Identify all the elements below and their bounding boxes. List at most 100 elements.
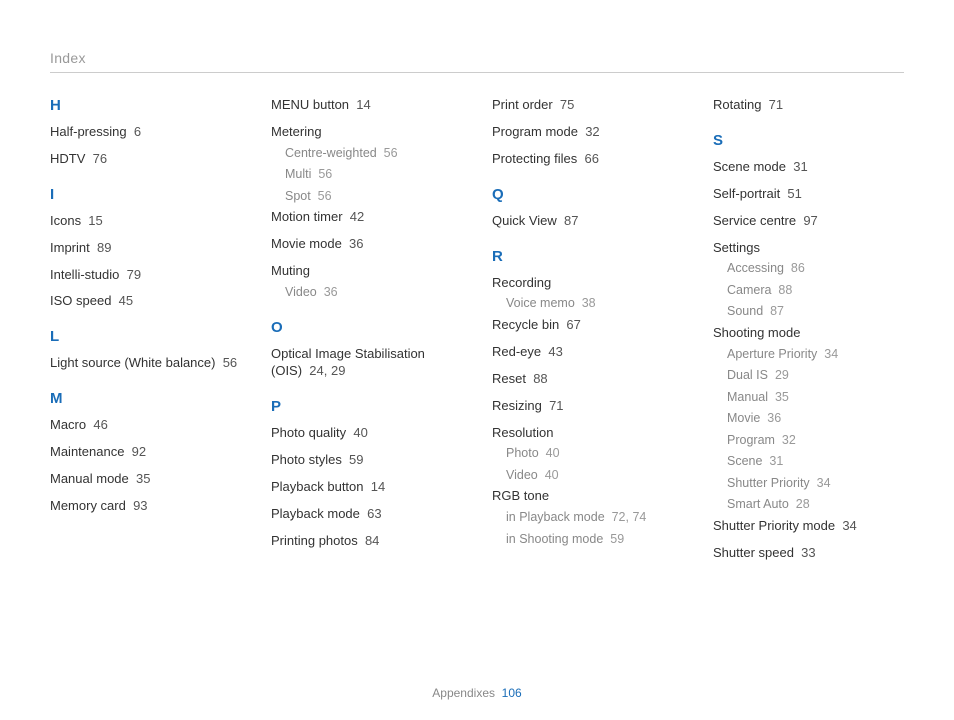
index-columns: HHalf-pressing 6HDTV 76IIcons 15Imprint … [50,97,904,572]
index-page-ref: 31 [793,159,807,174]
index-page-ref: 88 [533,371,547,386]
index-letter: P [271,398,462,415]
index-entry: HDTV 76 [50,151,241,168]
index-subheading: Resolution [492,425,683,442]
index-subheading: Shooting mode [713,325,904,342]
index-page-ref: 56 [318,167,332,181]
index-page-ref: 86 [791,261,805,275]
index-subentry: in Playback mode 72, 74 [506,509,683,527]
index-page-ref: 24, 29 [309,363,345,378]
index-entry: Memory card 93 [50,498,241,515]
index-page-ref: 32 [585,124,599,139]
index-page-ref: 36 [767,411,781,425]
index-subentry: Smart Auto 28 [727,496,904,514]
index-page-ref: 84 [365,533,379,548]
index-entry: Intelli-studio 79 [50,267,241,284]
index-page-ref: 76 [93,151,107,166]
index-letter: R [492,248,683,265]
index-entry: Self-portrait 51 [713,186,904,203]
index-page-ref: 45 [119,293,133,308]
index-subentry: Photo 40 [506,445,683,463]
index-entry: Print order 75 [492,97,683,114]
index-subentry: Centre-weighted 56 [285,145,462,163]
page-footer: Appendixes 106 [0,686,954,700]
index-subheading: Metering [271,124,462,141]
index-entry: Motion timer 42 [271,209,462,226]
index-entry: Optical Image Stabilisation (OIS) 24, 29 [271,346,462,380]
index-letter: S [713,132,904,149]
index-entry: Light source (White balance) 56 [50,355,241,372]
index-entry: Protecting files 66 [492,151,683,168]
index-page-ref: 43 [548,344,562,359]
index-letter: H [50,97,241,114]
index-subentry: Manual 35 [727,389,904,407]
index-letter: I [50,186,241,203]
index-page-ref: 29 [775,368,789,382]
index-entry: Scene mode 31 [713,159,904,176]
index-subentry: Movie 36 [727,410,904,428]
index-page-ref: 59 [349,452,363,467]
index-page-ref: 36 [349,236,363,251]
index-page-ref: 14 [371,479,385,494]
index-page-ref: 36 [324,285,338,299]
index-page-ref: 35 [775,390,789,404]
index-entry: Half-pressing 6 [50,124,241,141]
index-page-ref: 71 [769,97,783,112]
index-page-ref: 63 [367,506,381,521]
index-page-ref: 34 [824,347,838,361]
index-page-ref: 31 [769,454,783,468]
index-entry: Quick View 87 [492,213,683,230]
index-subentry: Scene 31 [727,453,904,471]
index-page-ref: 88 [778,283,792,297]
index-page-ref: 28 [796,497,810,511]
index-entry: Resizing 71 [492,398,683,415]
index-page-ref: 32 [782,433,796,447]
index-page-ref: 40 [546,446,560,460]
index-page-ref: 56 [384,146,398,160]
index-entry: Program mode 32 [492,124,683,141]
index-entry: Photo styles 59 [271,452,462,469]
index-subheading: Settings [713,240,904,257]
index-page-ref: 93 [133,498,147,513]
index-subheading: Recording [492,275,683,292]
index-page-ref: 75 [560,97,574,112]
index-entry: Manual mode 35 [50,471,241,488]
index-entry: Movie mode 36 [271,236,462,253]
index-subentry: Aperture Priority 34 [727,346,904,364]
index-page-ref: 34 [817,476,831,490]
index-page-ref: 34 [842,518,856,533]
index-entry: Rotating 71 [713,97,904,114]
index-page-ref: 35 [136,471,150,486]
column-1: HHalf-pressing 6HDTV 76IIcons 15Imprint … [50,97,241,572]
index-subentry: in Shooting mode 59 [506,531,683,549]
index-page-ref: 6 [134,124,141,139]
index-page-ref: 66 [585,151,599,166]
index-subentry: Spot 56 [285,188,462,206]
index-entry: Shutter Priority mode 34 [713,518,904,535]
index-page-ref: 56 [223,355,237,370]
index-page-ref: 40 [545,468,559,482]
index-subentry: Shutter Priority 34 [727,475,904,493]
column-2: MENU button 14 Metering Centre-weighted 56… [271,97,462,572]
index-entry: Playback button 14 [271,479,462,496]
column-4: Rotating 71 S Scene mode 31 Self-portrait 5… [713,97,904,572]
index-page-ref: 56 [318,189,332,203]
index-page-ref: 72, 74 [612,510,647,524]
index-page-ref: 89 [97,240,111,255]
index-subentry: Accessing 86 [727,260,904,278]
index-subentry: Dual IS 29 [727,367,904,385]
index-entry: Reset 88 [492,371,683,388]
index-entry: MENU button 14 [271,97,462,114]
index-page-ref: 67 [566,317,580,332]
footer-label: Appendixes [432,686,495,700]
index-letter: O [271,319,462,336]
index-entry: Red-eye 43 [492,344,683,361]
footer-page-number: 106 [502,686,522,700]
index-letter: L [50,328,241,345]
index-entry: Playback mode 63 [271,506,462,523]
index-entry: ISO speed 45 [50,293,241,310]
page-header: Index [50,50,904,73]
index-entry: Recycle bin 67 [492,317,683,334]
index-subentry: Camera 88 [727,282,904,300]
index-page-ref: 87 [564,213,578,228]
